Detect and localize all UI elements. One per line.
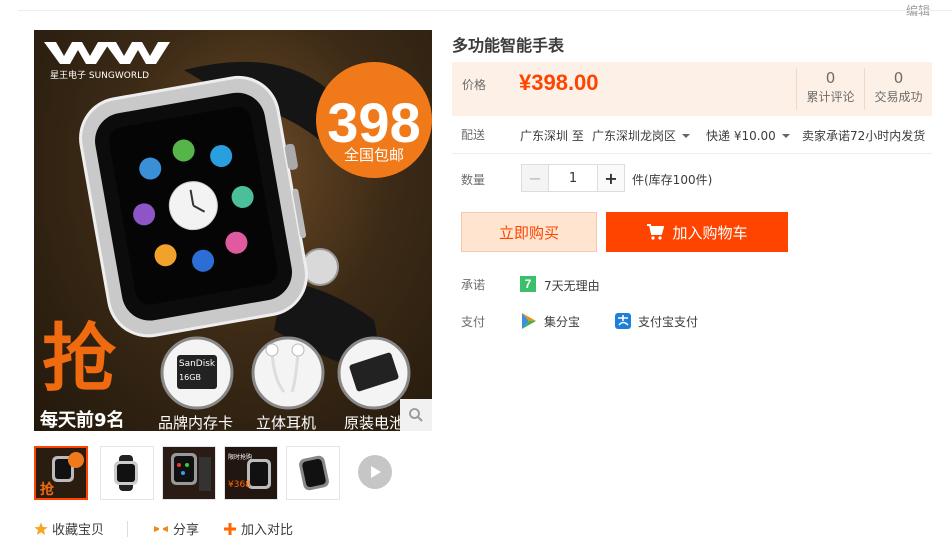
top-divider	[18, 10, 952, 11]
review-count[interactable]: 0 累计评论	[796, 68, 864, 110]
promo-big-text: 抢	[42, 316, 117, 402]
add-to-cart-button[interactable]: 加入购物车	[606, 212, 788, 252]
favorite-label: 收藏宝贝	[52, 523, 105, 538]
cart-icon	[647, 224, 665, 240]
svg-text:SanDisk: SanDisk	[179, 359, 216, 369]
payment-alipay-label: 支付宝支付	[638, 314, 699, 329]
shipping-method-value: 快递 ¥10.00	[706, 129, 776, 143]
stock-text: 件(库存100件)	[632, 173, 713, 187]
promise-label: 承诺	[461, 278, 486, 292]
main-product-image[interactable]: 星王电子 SUNGWORLD 398 全国包邮 抢 每天前9名 SanDisk …	[34, 30, 432, 431]
shipping-destination-value: 广东深圳龙岗区	[592, 129, 677, 143]
thumbnail-3[interactable]	[162, 446, 216, 500]
product-title: 多功能智能手表	[452, 36, 565, 55]
share-label: 分享	[173, 523, 200, 538]
svg-text:398: 398	[327, 91, 420, 154]
quantity-input[interactable]	[549, 164, 597, 192]
promo-sub-text: 每天前9名	[40, 409, 125, 431]
thumbnail-2[interactable]	[100, 446, 154, 500]
buy-now-label: 立即购买	[498, 223, 559, 242]
svg-text:16GB: 16GB	[179, 373, 201, 382]
svg-text:¥368: ¥368	[228, 480, 251, 490]
sales-count-label: 交易成功	[874, 90, 923, 104]
price-box: 价格 ¥398.00 0 累计评论 0 交易成功	[452, 62, 932, 116]
brand-text: 星王电子 SUNGWORLD	[50, 69, 149, 81]
svg-text:全国包邮: 全国包邮	[344, 146, 404, 164]
shipping-label: 配送	[461, 128, 486, 142]
share-icon	[154, 525, 168, 532]
price-label: 价格	[462, 78, 487, 92]
promise-text[interactable]: 7天无理由	[544, 277, 600, 294]
jifenbao-icon	[522, 313, 536, 329]
add-to-cart-label: 加入购物车	[672, 223, 748, 242]
seven-day-return-icon: 7	[520, 276, 536, 292]
compare-button[interactable]: 加入对比	[223, 519, 293, 538]
payment-alipay[interactable]: 支付宝支付	[614, 312, 698, 330]
star-icon	[34, 522, 48, 535]
svg-text:抢: 抢	[40, 481, 55, 498]
quantity-increase-button[interactable]: +	[597, 164, 625, 192]
payment-jifenbao[interactable]: 集分宝	[520, 312, 580, 330]
sales-count-value: 0	[893, 69, 904, 87]
shipping-divider	[452, 153, 932, 154]
share-button[interactable]: 分享	[153, 519, 199, 538]
shipping-promise: 卖家承诺72小时内发货	[802, 129, 926, 143]
gift-label-2: 立体耳机	[256, 414, 316, 431]
search-icon	[409, 408, 423, 422]
social-divider	[127, 521, 128, 537]
play-icon	[371, 466, 381, 478]
price-value: ¥398.00	[519, 70, 599, 95]
svg-text:限时抢购: 限时抢购	[228, 453, 252, 461]
review-count-value: 0	[825, 69, 836, 87]
payment-label: 支付	[461, 315, 486, 329]
sales-count[interactable]: 0 交易成功	[864, 68, 932, 110]
review-count-label: 累计评论	[806, 90, 855, 104]
shipping-method-select[interactable]: 快递 ¥10.00	[706, 127, 790, 144]
quantity-decrease-button[interactable]: −	[521, 164, 549, 192]
plus-icon	[224, 522, 236, 535]
thumbnail-5[interactable]	[286, 446, 340, 500]
payment-jifenbao-label: 集分宝	[544, 314, 581, 329]
alipay-icon	[615, 313, 631, 329]
thumbnail-1[interactable]: 抢	[34, 446, 88, 500]
shipping-destination-select[interactable]: 广东深圳龙岗区	[592, 127, 691, 144]
thumbnail-4[interactable]: 限时抢购 ¥368	[224, 446, 278, 500]
video-play-button[interactable]	[358, 455, 392, 489]
zoom-button[interactable]	[400, 399, 432, 431]
chevron-down-icon	[781, 133, 790, 138]
brand-logo	[44, 42, 110, 64]
gift-label-3: 原装电池	[344, 414, 404, 431]
buy-now-button[interactable]: 立即购买	[461, 212, 597, 252]
chevron-down-icon	[682, 133, 691, 138]
compare-label: 加入对比	[241, 523, 294, 538]
shipping-from: 广东深圳 至	[520, 129, 584, 143]
favorite-button[interactable]: 收藏宝贝	[34, 519, 104, 538]
gift-label-1: 品牌内存卡	[158, 414, 233, 431]
quantity-label: 数量	[461, 173, 486, 187]
